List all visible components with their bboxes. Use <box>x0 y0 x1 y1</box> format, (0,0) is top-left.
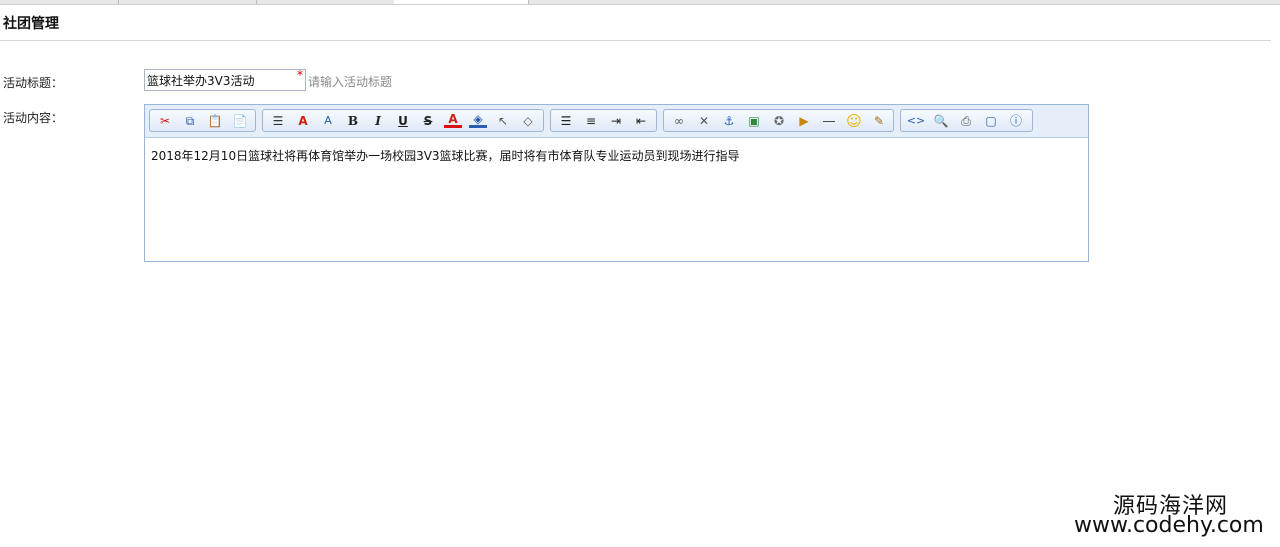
source-code-icon[interactable]: <> <box>907 113 925 129</box>
emoticon-icon[interactable]: ☺ <box>845 113 863 129</box>
justify-icon[interactable]: ☰ <box>557 113 575 129</box>
paste-text-icon[interactable]: 📄 <box>231 113 249 129</box>
select-all-icon[interactable]: ↖ <box>494 113 512 129</box>
activity-title-input[interactable] <box>145 70 297 90</box>
browser-tab-strip <box>0 0 1280 5</box>
page-title: 社团管理 <box>3 16 59 32</box>
bold-icon[interactable]: B <box>344 113 362 129</box>
font-size-icon[interactable]: A <box>294 113 312 129</box>
unlink-icon[interactable]: ✕ <box>695 113 713 129</box>
anchor-icon[interactable]: ⚓ <box>720 113 738 129</box>
toolbar-group-insert: ∞ ✕ ⚓ ▣ ✪ ▶ ― ☺ ✎ <box>663 109 894 132</box>
print-icon[interactable]: ⎙ <box>957 113 975 129</box>
horizontal-rule-icon[interactable]: ― <box>820 113 838 129</box>
font-family-icon[interactable]: ☰ <box>269 113 287 129</box>
activity-title-hint: 请输入活动标题 <box>308 75 393 89</box>
text-style-icon[interactable]: A <box>319 113 337 129</box>
watermark-url: www.codehy.com <box>1074 513 1264 538</box>
browser-tab[interactable] <box>118 0 257 4</box>
preview-icon[interactable]: 🔍 <box>932 113 950 129</box>
image-icon[interactable]: ▣ <box>745 113 763 129</box>
activity-title-field[interactable] <box>144 69 306 91</box>
flash-icon[interactable]: ✪ <box>770 113 788 129</box>
copy-icon[interactable]: ⧉ <box>181 113 199 129</box>
remove-format-icon[interactable]: ◇ <box>519 113 537 129</box>
editor-content[interactable]: 2018年12月10日篮球社将再体育馆举办一场校园3V3篮球比赛，届时将有市体育… <box>151 147 740 164</box>
strikethrough-icon[interactable]: S <box>419 113 437 129</box>
cut-icon[interactable]: ✂ <box>156 113 174 129</box>
font-color-icon[interactable]: A <box>444 112 462 128</box>
browser-tab[interactable] <box>256 0 395 4</box>
link-icon[interactable]: ∞ <box>670 113 688 129</box>
outdent-icon[interactable]: ⇤ <box>632 113 650 129</box>
underline-icon[interactable]: U <box>394 113 412 129</box>
rich-text-editor[interactable]: ✂ ⧉ 📋 📄 ☰ A A B I U S A ◈ ↖ ◇ ☰ ≡ ⇥ ⇤ ∞ <box>144 104 1089 262</box>
editor-toolbar: ✂ ⧉ 📋 📄 ☰ A A B I U S A ◈ ↖ ◇ ☰ ≡ ⇥ ⇤ ∞ <box>145 105 1088 138</box>
media-icon[interactable]: ▶ <box>795 113 813 129</box>
activity-content-label: 活动内容： <box>3 111 64 125</box>
browser-tab-active[interactable] <box>394 0 529 4</box>
activity-title-label: 活动标题： <box>3 76 64 90</box>
browser-tab[interactable] <box>0 0 119 4</box>
about-icon[interactable]: ⓘ <box>1007 113 1025 129</box>
ordered-list-icon[interactable]: ≡ <box>582 113 600 129</box>
paste-icon[interactable]: 📋 <box>206 113 224 129</box>
title-divider <box>0 40 1271 41</box>
fullscreen-icon[interactable]: ▢ <box>982 113 1000 129</box>
required-mark: * <box>297 68 303 82</box>
insert-template-icon[interactable]: ✎ <box>870 113 888 129</box>
toolbar-group-clipboard: ✂ ⧉ 📋 📄 <box>149 109 256 132</box>
highlight-color-icon[interactable]: ◈ <box>469 112 487 128</box>
toolbar-group-misc: <> 🔍 ⎙ ▢ ⓘ <box>900 109 1033 132</box>
indent-icon[interactable]: ⇥ <box>607 113 625 129</box>
toolbar-group-paragraph: ☰ ≡ ⇥ ⇤ <box>550 109 657 132</box>
italic-icon[interactable]: I <box>369 113 387 129</box>
toolbar-group-format: ☰ A A B I U S A ◈ ↖ ◇ <box>262 109 544 132</box>
